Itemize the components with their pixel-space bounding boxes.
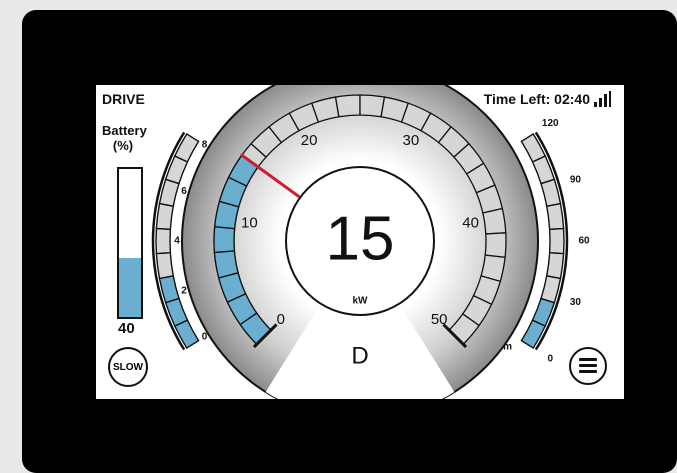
power-tick-label: 30 [403,132,420,149]
battery-level-bar [117,167,143,319]
torque-segment [540,274,562,304]
battery-value: 40 [118,320,135,337]
torque-tick-label: 0 [547,353,553,364]
rpm-segment [155,227,172,255]
rpm-segment [173,132,200,163]
rpm-segment [155,251,175,280]
power-tick-label: 50 [431,311,448,328]
signal-bars-icon [594,91,612,107]
torque-segment [520,132,547,163]
torque-tick-label: 60 [578,236,590,247]
dashboard-screen: 86420rpmx1000 1209060300Nm 0102030405015… [96,85,624,399]
battery-title-line2: (%) [112,138,134,153]
torque-tick-label: 90 [570,174,582,185]
battery-title-line1: Battery [102,123,147,138]
power-tick-label: 0 [277,311,285,328]
torque-segment [545,251,565,280]
power-segment [482,207,507,235]
power-tick-label: 40 [462,214,479,231]
rpm-segment [158,274,180,304]
torque-tick-label: 30 [570,297,582,308]
drive-mode-label: DRIVE [102,91,145,107]
power-unit: kW [353,296,369,307]
hamburger-menu-icon[interactable] [569,347,607,385]
battery-title: Battery (%) [102,123,147,153]
slow-mode-button[interactable]: SLOW [108,347,148,387]
battery-level-fill [119,257,141,317]
power-tick-label: 10 [241,214,258,231]
power-segment [484,232,507,259]
gauge-graphics: 86420rpmx1000 1209060300Nm 0102030405015… [151,85,590,399]
torque-segment [548,227,565,255]
power-segment-filled [213,225,236,254]
rpm-tick-label: 4 [174,236,180,247]
rpm-tick-label: 6 [181,186,187,197]
torque-segment [545,202,565,231]
rpm-segment [155,202,175,231]
time-left-label: Time Left: 02:40 [483,91,590,107]
rpm-tick-label: 2 [181,286,187,297]
gear-indicator: D [351,342,368,369]
power-tick-label: 20 [301,132,318,149]
power-segment [359,94,386,118]
torque-tick-label: 120 [542,118,559,129]
power-value: 15 [326,204,395,273]
power-segment-filled [213,250,239,279]
power-segment [334,94,361,118]
